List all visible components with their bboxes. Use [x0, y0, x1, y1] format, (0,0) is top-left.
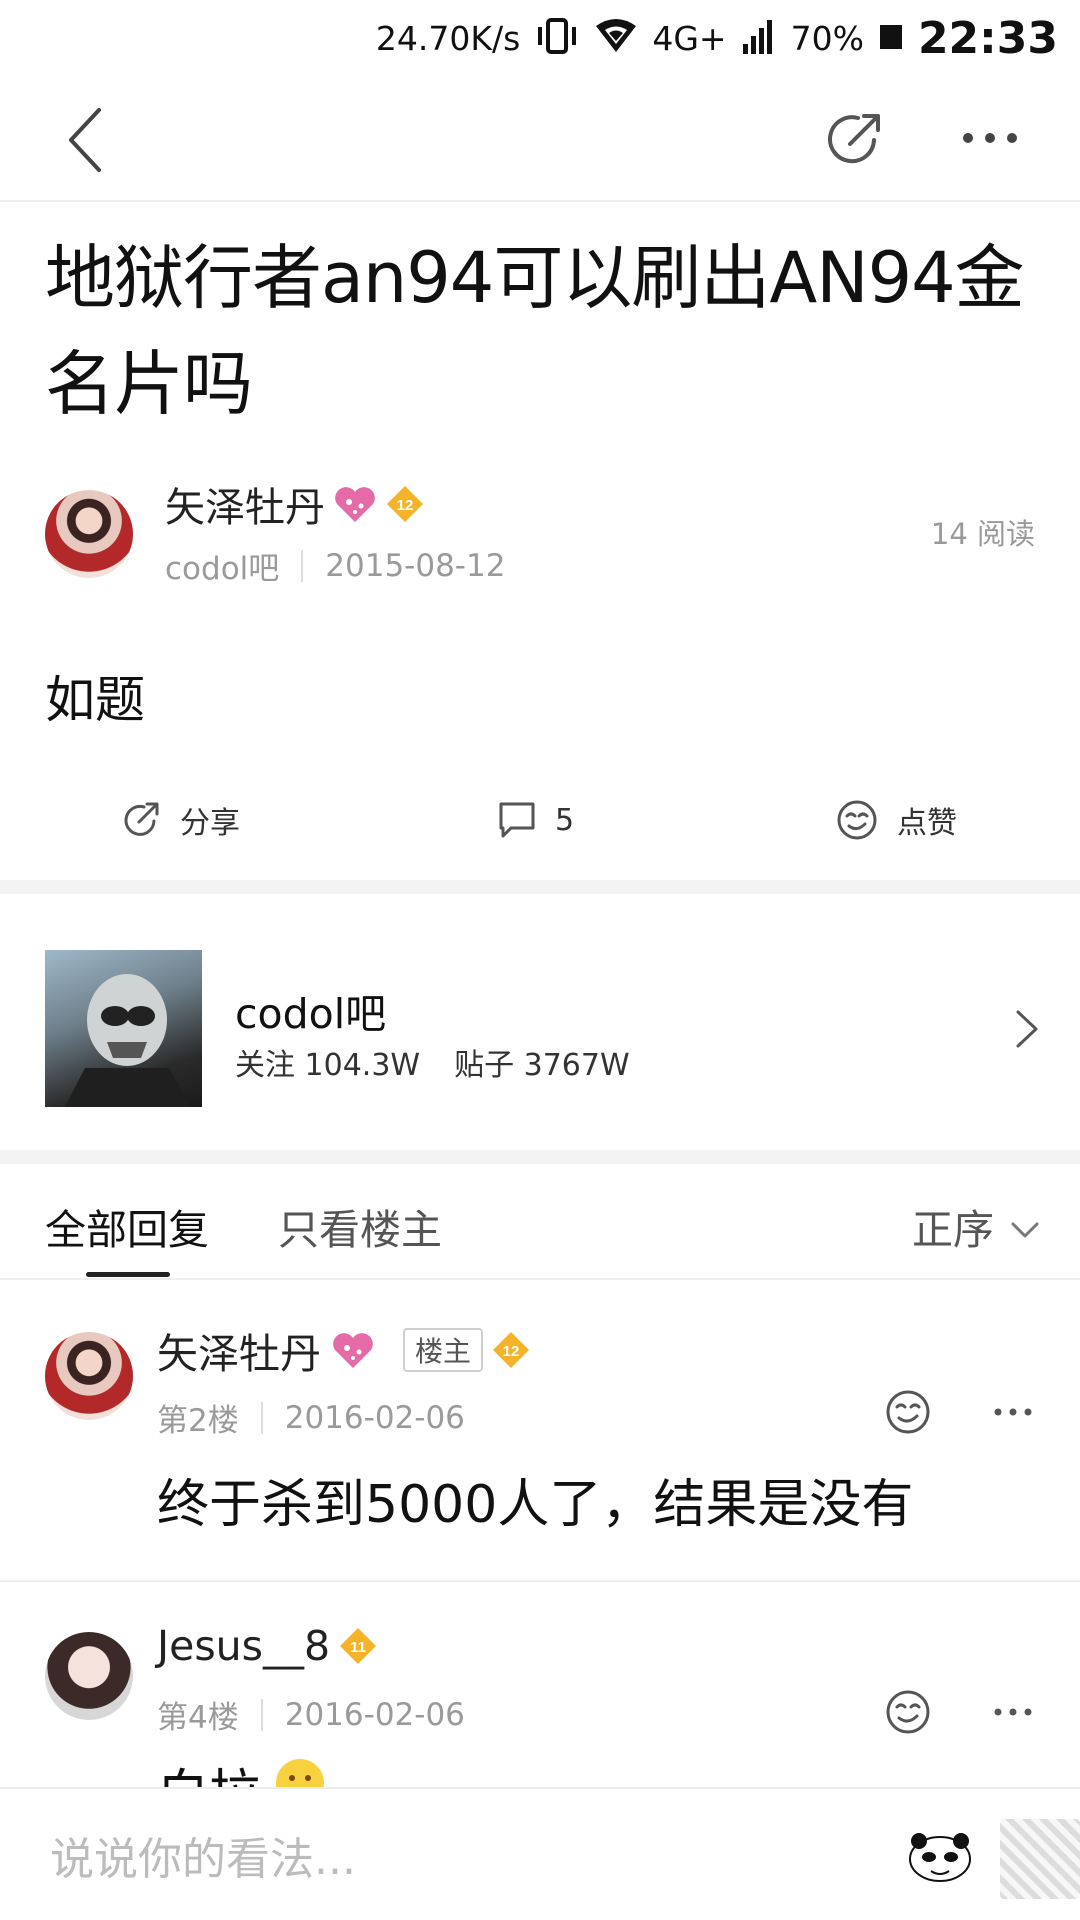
reply-content: 白拉: [157, 1752, 261, 1787]
post-title: 地狱行者an94可以刷出AN94金名片吗: [45, 237, 1025, 425]
like-icon: [835, 798, 879, 842]
like-icon[interactable]: [883, 1387, 933, 1437]
avatar[interactable]: [45, 490, 133, 578]
forum-link[interactable]: codol吧: [165, 543, 279, 588]
level-number: 12: [397, 497, 414, 514]
reply-author[interactable]: 矢泽牡丹: [157, 1320, 321, 1380]
vibrate-icon: [534, 16, 580, 60]
section-divider: [0, 880, 1080, 894]
level-badge-icon: 12: [385, 484, 425, 524]
comment-input[interactable]: [50, 1824, 850, 1894]
author-row: 矢泽牡丹 12: [165, 475, 425, 533]
reply-content: 终于杀到5000人了，结果是没有: [157, 1475, 914, 1535]
avatar[interactable]: [45, 1332, 133, 1420]
wifi-icon: [594, 18, 638, 58]
comment-icon: [497, 800, 537, 840]
reply-item: 矢泽牡丹 楼主 12 第2楼 2016-02-06 终于杀到5000人了，结果是…: [0, 1282, 1080, 1582]
reply-author-row: 矢泽牡丹 楼主 12: [157, 1320, 531, 1380]
reply-author-row: Jesus__8 11: [157, 1622, 378, 1670]
battery-percent: 70%: [790, 18, 864, 58]
op-tag: 楼主: [403, 1328, 484, 1372]
battery-icon: [878, 21, 904, 55]
author-meta: codol吧 2015-08-12: [165, 543, 505, 588]
level-number: 11: [350, 1639, 366, 1656]
more-dots-icon[interactable]: [990, 1702, 1036, 1722]
back-chevron-icon[interactable]: [55, 100, 115, 180]
section-divider: [0, 1150, 1080, 1164]
read-count: 14 阅读: [930, 517, 1035, 551]
forum-name: codol吧: [235, 990, 387, 1038]
comment-button[interactable]: 5: [497, 790, 574, 850]
network-speed: 24.70K/s: [375, 18, 521, 58]
tab-all-replies[interactable]: 全部回复: [45, 1196, 209, 1256]
reply-date: 2016-02-06: [284, 1696, 465, 1733]
tab-op-only[interactable]: 只看楼主: [278, 1196, 442, 1256]
sort-label: 正序: [912, 1206, 994, 1254]
panda-emoji-icon[interactable]: [905, 1829, 975, 1884]
signal-icon: [741, 16, 777, 60]
post-body: 如题: [45, 671, 145, 729]
post-date: 2015-08-12: [325, 547, 506, 584]
comment-count: 5: [555, 802, 575, 838]
divider: [260, 1401, 263, 1434]
reply-item: Jesus__8 11 第4楼 2016-02-06 白拉: [0, 1582, 1080, 1787]
share-icon[interactable]: [818, 104, 890, 176]
top-nav: [0, 78, 1080, 202]
comment-composer: [0, 1787, 1080, 1920]
author-name[interactable]: 矢泽牡丹: [165, 475, 325, 533]
share-label: 分享: [180, 806, 240, 841]
reply-meta: 第4楼 2016-02-06: [157, 1692, 465, 1737]
forum-posts: 贴子 3767W: [454, 1048, 630, 1083]
forum-stats: 关注 104.3W 贴子 3767W: [235, 1040, 630, 1084]
level-badge-icon: 12: [491, 1330, 531, 1370]
level-number: 12: [503, 1343, 520, 1360]
reply-floor: 第2楼: [157, 1403, 239, 1439]
more-dots-icon[interactable]: [990, 1402, 1036, 1422]
divider: [301, 549, 304, 582]
reply-content-row: 白拉: [157, 1752, 327, 1787]
forum-avatar: [45, 950, 202, 1107]
like-button[interactable]: 点赞: [835, 790, 957, 850]
post-actions: 分享 5 点赞: [0, 790, 1080, 850]
reply-date: 2016-02-06: [284, 1399, 465, 1436]
level-badge-icon: 11: [338, 1626, 378, 1666]
forum-followers: 关注 104.3W: [235, 1048, 421, 1083]
heart-icon: [329, 1330, 377, 1370]
avatar[interactable]: [45, 1632, 133, 1720]
more-dots-icon[interactable]: [950, 118, 1030, 158]
like-label: 点赞: [897, 806, 957, 841]
image-icon[interactable]: [1000, 1819, 1080, 1899]
reply-author[interactable]: Jesus__8: [157, 1622, 330, 1670]
sort-dropdown[interactable]: 正序: [912, 1196, 1040, 1256]
tab-indicator: [86, 1272, 170, 1277]
chevron-right-icon: [1012, 1006, 1042, 1052]
emoji-icon: [273, 1756, 327, 1787]
reply-tabs: 全部回复 只看楼主 正序: [0, 1168, 1080, 1280]
share-icon: [120, 799, 162, 841]
heart-icon: [331, 484, 379, 524]
status-bar: 24.70K/s 4G+ 70% 22:33: [0, 0, 1080, 78]
reply-meta: 第2楼 2016-02-06: [157, 1395, 465, 1440]
like-icon[interactable]: [883, 1687, 933, 1737]
reply-floor: 第4楼: [157, 1700, 239, 1736]
clock: 22:33: [917, 12, 1058, 64]
divider: [260, 1698, 263, 1731]
chevron-down-icon: [1010, 1202, 1040, 1250]
network-type: 4G+: [652, 18, 727, 58]
share-button[interactable]: 分享: [120, 790, 240, 850]
